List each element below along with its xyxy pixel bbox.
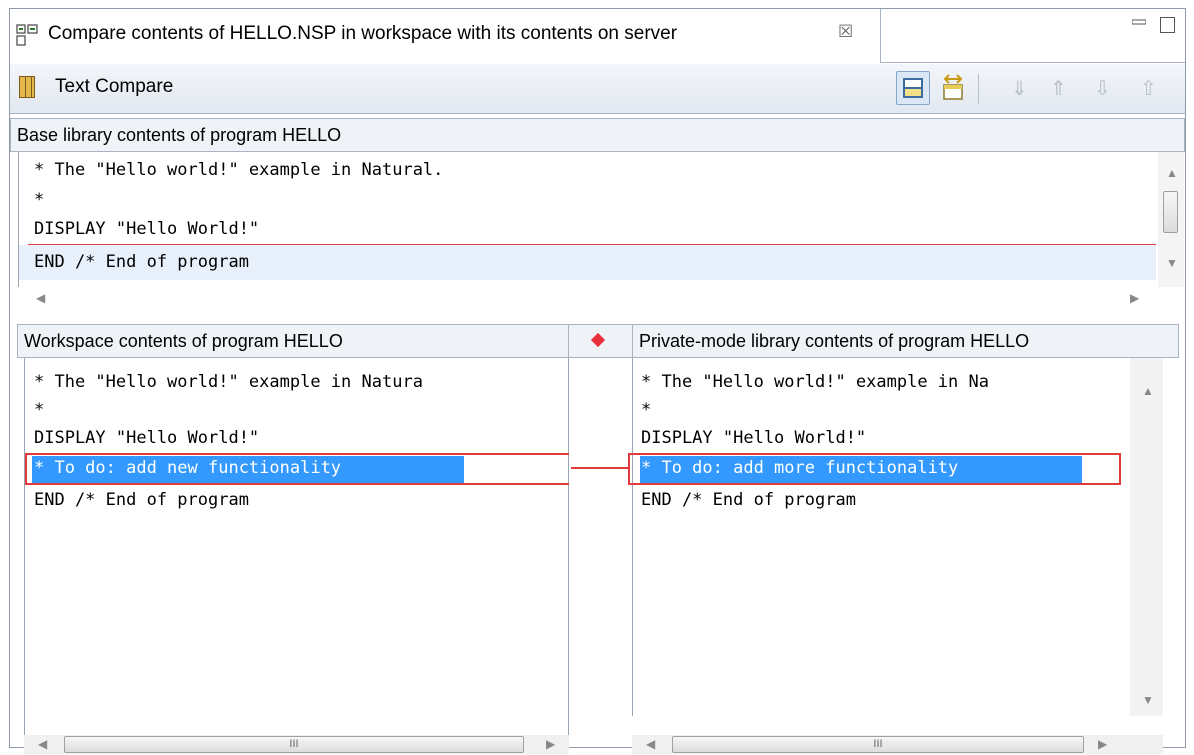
code-line: DISPLAY "Hello World!" xyxy=(641,428,867,448)
scroll-left-icon[interactable]: ◀ xyxy=(38,737,47,751)
scroll-right-icon[interactable]: ▶ xyxy=(1130,291,1139,305)
scrollbar-thumb[interactable] xyxy=(1163,191,1178,233)
compare-viewer-title: Text Compare xyxy=(55,76,174,97)
code-line: END /* End of program xyxy=(34,252,249,272)
code-line: END /* End of program xyxy=(34,490,249,510)
swap-sides-icon[interactable] xyxy=(936,71,970,105)
difference-marker-line xyxy=(28,244,1156,245)
workspace-text-pane[interactable] xyxy=(24,358,569,735)
difference-connector xyxy=(569,358,632,735)
code-line: * The "Hello world!" example in Natural. xyxy=(34,160,444,180)
scroll-left-icon[interactable]: ◀ xyxy=(36,291,45,305)
scroll-right-icon[interactable]: ▶ xyxy=(1098,737,1107,751)
scroll-up-icon[interactable]: ▲ xyxy=(1166,166,1178,180)
previous-change-icon[interactable]: ⇧ xyxy=(1140,76,1157,101)
base-horizontal-scrollbar[interactable]: ◀ ▶ xyxy=(18,287,1158,311)
workspace-pane-title: Workspace contents of program HELLO xyxy=(17,324,569,358)
base-pane-title: Base library contents of program HELLO xyxy=(10,118,1185,152)
code-line: DISPLAY "Hello World!" xyxy=(34,219,260,239)
toolbar-separator xyxy=(978,74,979,104)
code-line: END /* End of program xyxy=(641,490,856,510)
difference-box-left xyxy=(25,453,571,485)
scroll-left-icon[interactable]: ◀ xyxy=(646,737,655,751)
difference-box-right xyxy=(628,453,1121,485)
next-difference-icon[interactable]: ⇓ xyxy=(1011,76,1028,101)
editor-tab-title: Compare contents of HELLO.NSP in workspa… xyxy=(48,23,678,44)
code-line: DISPLAY "Hello World!" xyxy=(34,428,260,448)
previous-difference-icon[interactable]: ⇑ xyxy=(1050,76,1067,101)
scroll-down-icon[interactable]: ▼ xyxy=(1166,256,1178,270)
scroll-right-icon[interactable]: ▶ xyxy=(546,737,555,751)
scroll-up-icon[interactable]: ▲ xyxy=(1142,384,1154,398)
base-vertical-scrollbar[interactable]: ▲ ▼ xyxy=(1158,152,1184,287)
code-line: * The "Hello world!" example in Natura xyxy=(34,372,423,392)
workspace-horizontal-scrollbar[interactable]: ◀ III ▶ xyxy=(24,735,569,754)
private-mode-horizontal-scrollbar[interactable]: ◀ III ▶ xyxy=(632,735,1163,754)
private-mode-text-pane[interactable] xyxy=(632,358,1130,716)
minimize-icon[interactable] xyxy=(1132,15,1146,29)
code-line: * xyxy=(34,190,45,210)
maximize-icon[interactable] xyxy=(1160,17,1175,33)
layout-toggle-icon[interactable] xyxy=(896,71,930,105)
difference-connector-line xyxy=(571,467,630,469)
next-change-icon[interactable]: ⇩ xyxy=(1094,76,1111,101)
private-mode-vertical-scrollbar[interactable]: ▲ ▼ xyxy=(1130,358,1163,716)
private-mode-pane-title: Private-mode library contents of program… xyxy=(632,324,1179,358)
close-icon[interactable]: ☒ xyxy=(838,22,853,42)
code-line: * The "Hello world!" example in Na xyxy=(641,372,989,392)
scroll-down-icon[interactable]: ▼ xyxy=(1142,693,1154,707)
text-compare-icon xyxy=(19,76,35,98)
compare-header xyxy=(10,64,1185,114)
scrollbar-thumb[interactable]: III xyxy=(672,736,1084,753)
compare-editor-icon xyxy=(16,24,38,46)
scrollbar-thumb[interactable]: III xyxy=(64,736,524,753)
